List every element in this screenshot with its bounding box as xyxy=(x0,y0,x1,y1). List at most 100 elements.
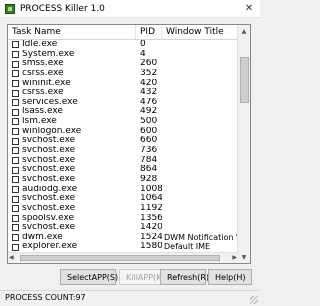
process-row[interactable]: dwm.exe 1524DWM Notification Window xyxy=(8,233,238,243)
process-row[interactable]: explorer.exe 1580 Default IME xyxy=(8,242,238,252)
window-title-cell xyxy=(162,214,238,224)
process-row[interactable]: lsm.exe 500 xyxy=(8,117,238,127)
horizontal-scroll-thumb[interactable] xyxy=(20,255,220,261)
row-checkbox[interactable] xyxy=(12,166,19,174)
task-name: lsm.exe xyxy=(22,117,57,127)
row-checkbox[interactable] xyxy=(12,70,19,78)
select-app-button[interactable]: SelectAPP(S) xyxy=(60,269,118,285)
task-name: explorer.exe xyxy=(22,242,78,252)
column-header-window-title[interactable]: Window Title xyxy=(162,25,238,39)
process-row[interactable]: services.exe 476 xyxy=(8,98,238,108)
vertical-scroll-thumb[interactable] xyxy=(240,57,249,103)
row-checkbox[interactable] xyxy=(12,41,19,49)
task-name-cell: lsm.exe xyxy=(8,117,136,127)
pid-cell: 736 xyxy=(140,146,158,156)
window-title-cell xyxy=(162,156,238,166)
task-name-cell: wininit.exe xyxy=(8,79,136,89)
close-button[interactable]: ✕ xyxy=(242,2,256,15)
process-row[interactable]: svchost.exe 1192 xyxy=(8,204,238,214)
scroll-left-icon[interactable]: ◀ xyxy=(9,253,14,263)
process-row[interactable]: svchost.exe 1064 xyxy=(8,194,238,204)
process-count: PROCESS COUNT:97 xyxy=(5,293,86,302)
process-row[interactable]: winlogon.exe 600 xyxy=(8,127,238,137)
pid-cell: 500 xyxy=(140,117,158,127)
process-row[interactable]: smss.exe 260 xyxy=(8,59,238,69)
pid-cell: 1008 xyxy=(140,184,162,194)
process-row[interactable]: svchost.exe 736 xyxy=(8,146,238,156)
row-checkbox[interactable] xyxy=(12,118,19,126)
scroll-up-icon[interactable]: ▲ xyxy=(238,25,250,37)
row-checkbox[interactable] xyxy=(12,205,19,213)
pid-cell: 928 xyxy=(140,174,158,184)
process-row[interactable]: lsass.exe 492 xyxy=(8,107,238,117)
window-title-cell xyxy=(162,175,238,185)
process-row[interactable]: wininit.exe 420 xyxy=(8,79,238,89)
horizontal-scrollbar[interactable]: ◀ ▶ xyxy=(8,252,238,263)
row-checkbox[interactable] xyxy=(12,234,19,242)
column-header-task-name[interactable]: Task Name xyxy=(8,25,136,39)
process-row[interactable]: Idle.exe 0 xyxy=(8,40,238,50)
task-name: svchost.exe xyxy=(22,203,76,213)
window-title: PROCESS Killer 1.0 xyxy=(20,3,105,14)
refresh-button[interactable]: Refresh(R) xyxy=(160,269,209,285)
task-name-cell: dwm.exe xyxy=(8,233,136,243)
row-checkbox[interactable] xyxy=(12,214,19,222)
task-name-cell: System.exe xyxy=(8,50,136,60)
status-bar: PROCESS COUNT:97 xyxy=(0,290,260,306)
process-row[interactable]: svchost.exe 928 xyxy=(8,175,238,185)
row-checkbox[interactable] xyxy=(12,137,19,145)
pid-cell: 352 xyxy=(140,68,158,78)
row-checkbox[interactable] xyxy=(12,185,19,193)
row-checkbox[interactable] xyxy=(12,108,19,116)
window-title-cell xyxy=(162,165,238,175)
process-row[interactable]: audiodg.exe 1008 xyxy=(8,185,238,195)
task-name: svchost.exe xyxy=(22,155,76,165)
task-name: dwm.exe xyxy=(22,232,63,242)
task-name-cell: spoolsv.exe xyxy=(8,214,136,224)
vertical-scrollbar[interactable]: ▲ ▼ xyxy=(237,25,250,263)
kill-app-button[interactable]: KillAPP(K) xyxy=(119,269,165,285)
row-checkbox[interactable] xyxy=(12,128,19,136)
task-name: svchost.exe xyxy=(22,194,76,204)
window-title-cell xyxy=(162,204,238,214)
pid-cell: 0 xyxy=(140,40,146,49)
process-row[interactable]: svchost.exe 1420 xyxy=(8,223,238,233)
task-name-cell: svchost.exe xyxy=(8,194,136,204)
task-name-cell: svchost.exe xyxy=(8,223,136,233)
row-checkbox[interactable] xyxy=(12,99,19,107)
process-row[interactable]: System.exe 4 xyxy=(8,50,238,60)
resize-grip-icon[interactable] xyxy=(250,296,258,304)
task-name-cell: Idle.exe xyxy=(8,40,136,50)
task-name-cell: svchost.exe xyxy=(8,175,136,185)
process-row[interactable]: svchost.exe 784 xyxy=(8,156,238,166)
process-row[interactable]: csrss.exe 432 xyxy=(8,88,238,98)
row-checkbox[interactable] xyxy=(12,147,19,155)
row-checkbox[interactable] xyxy=(12,89,19,97)
row-checkbox[interactable] xyxy=(12,195,19,203)
row-checkbox[interactable] xyxy=(12,157,19,164)
row-checkbox[interactable] xyxy=(12,50,19,58)
pid-cell: 420 xyxy=(140,78,158,88)
task-name: lsass.exe xyxy=(22,107,63,117)
pid-cell: 1524 xyxy=(140,232,162,242)
process-row[interactable]: csrss.exe 352 xyxy=(8,69,238,79)
pid-cell: 1192 xyxy=(140,203,162,213)
task-name: svchost.exe xyxy=(22,174,76,184)
task-name-cell: csrss.exe xyxy=(8,69,136,79)
task-name: svchost.exe xyxy=(22,146,76,156)
row-checkbox[interactable] xyxy=(12,224,19,232)
row-checkbox[interactable] xyxy=(12,176,19,184)
help-button[interactable]: Help(H) xyxy=(208,269,252,285)
row-checkbox[interactable] xyxy=(12,60,19,68)
process-row[interactable]: svchost.exe 864 xyxy=(8,165,238,175)
process-list[interactable]: Task Name PID Window Title Idle.exe 0 Syst… xyxy=(7,24,251,264)
row-checkbox[interactable] xyxy=(12,243,19,251)
scroll-down-icon[interactable]: ▼ xyxy=(238,251,250,263)
row-checkbox[interactable] xyxy=(12,79,19,87)
window-title-cell xyxy=(162,194,238,204)
scroll-right-icon[interactable]: ▶ xyxy=(232,253,237,263)
process-row[interactable]: spoolsv.exe 1356 xyxy=(8,214,238,224)
column-header-pid[interactable]: PID xyxy=(136,25,162,39)
process-row[interactable]: svchost.exe 660 xyxy=(8,136,238,146)
task-name-cell: winlogon.exe xyxy=(8,127,136,137)
